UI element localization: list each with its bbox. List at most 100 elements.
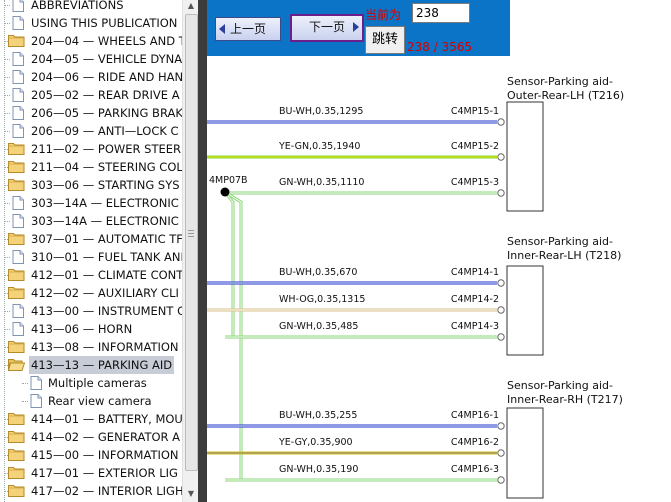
tree-item-label: 412—02 — AUXILIARY CLI [31, 286, 179, 300]
folder-icon [8, 430, 25, 443]
tree-connector [4, 257, 10, 258]
tree-item-label: 310—01 — FUEL TANK ANI [31, 250, 182, 264]
branch-wire-stripe [224, 191, 497, 338]
component-box [506, 407, 544, 499]
tree-item[interactable]: 204—05 — VEHICLE DYNA [0, 50, 182, 68]
tree-connector [4, 113, 10, 114]
folder-icon [8, 448, 25, 461]
diagram-panel: 上一页 下一页 当前为 跳转 238 / 3565 BU-WH,0.35,129… [207, 0, 671, 502]
tree-item[interactable]: 417—02 — INTERIOR LIGH [0, 482, 182, 500]
right-arrow-icon [353, 22, 359, 32]
tree-item[interactable]: 414—02 — GENERATOR A [0, 428, 182, 446]
tree-connector [4, 203, 10, 204]
tree-item[interactable]: 412—01 — CLIMATE CONT [0, 266, 182, 284]
scroll-down-arrow-icon[interactable]: ▼ [186, 489, 196, 499]
tree-item-label: 307—01 — AUTOMATIC TF [31, 232, 182, 246]
tree-item-label: 206—05 — PARKING BRAK [31, 106, 182, 120]
tree-item[interactable]: 307—01 — AUTOMATIC TF [0, 230, 182, 248]
tree-item-label: 204—05 — VEHICLE DYNA [31, 52, 182, 66]
tree-item-label: 204—04 — WHEELS AND T [31, 34, 182, 48]
tree-item[interactable]: 211—04 — STEERING COL [0, 158, 182, 176]
scroll-thumb[interactable] [185, 14, 198, 471]
tree-item[interactable]: 415—00 — INFORMATION [0, 446, 182, 464]
tree-item[interactable]: 417—01 — EXTERIOR LIG [0, 464, 182, 482]
component-name: Sensor-Parking aid- [507, 379, 613, 392]
tree-item[interactable]: 206—09 — ANTI—LOCK C [0, 122, 182, 140]
next-page-button[interactable]: 下一页 [290, 14, 364, 42]
tree-item[interactable]: 413—13 — PARKING AID [0, 356, 182, 374]
tree-scrollbar[interactable]: ▲ ▼ [182, 0, 199, 502]
tree-item-label: 415—00 — INFORMATION [31, 448, 179, 462]
tree-item-label: 303—14A — ELECTRONIC [31, 196, 179, 210]
folder-icon [8, 160, 25, 173]
page-number-input[interactable] [412, 3, 470, 23]
wire-label: BU-WH,0.35,670 [279, 267, 357, 278]
doc-icon [12, 322, 28, 336]
splice-label: 4MP07B [209, 175, 248, 186]
tree-child-item[interactable]: Multiple cameras [0, 374, 182, 392]
tree-item-label: 417—01 — EXTERIOR LIG [31, 466, 178, 480]
pin-terminal [497, 333, 505, 341]
doc-icon [12, 70, 28, 84]
pin-terminal [497, 189, 505, 197]
tree-item[interactable]: USING THIS PUBLICATION [0, 14, 182, 32]
wire-label: BU-WH,0.35,1295 [279, 106, 363, 117]
tree-item[interactable]: 204—04 — WHEELS AND T [0, 32, 182, 50]
wire-label: GN-WH,0.35,485 [279, 321, 358, 332]
tree-item[interactable]: 205—02 — REAR DRIVE A [0, 86, 182, 104]
doc-icon [12, 214, 28, 228]
pin-terminal [497, 422, 505, 430]
tree-item-label: 303—06 — STARTING SYS [31, 178, 180, 192]
tree-item[interactable]: ABBREVIATIONS [0, 0, 182, 14]
tree-item-label: 413—06 — HORN [31, 322, 133, 336]
pin-terminal [497, 153, 505, 161]
tree-connector [22, 383, 28, 384]
wire-label: YE-GY,0.35,900 [278, 437, 353, 448]
tree-item[interactable]: 413—00 — INSTRUMENT C [0, 302, 182, 320]
wire-label: WH-OG,0.35,1315 [279, 294, 365, 305]
tree-item[interactable]: 413—06 — HORN [0, 320, 182, 338]
component-box [506, 101, 544, 212]
tree-item[interactable]: 412—02 — AUXILIARY CLI [0, 284, 182, 302]
tree-connector [4, 329, 10, 330]
tree-item-label: 414—02 — GENERATOR A [31, 430, 181, 444]
prev-page-button[interactable]: 上一页 [215, 17, 281, 41]
left-arrow-icon [219, 24, 225, 34]
tree-item-label: 413—13 — PARKING AID [29, 356, 175, 374]
component-box [506, 265, 544, 356]
tree-item[interactable]: 303—14A — ELECTRONIC [0, 212, 182, 230]
jump-button[interactable]: 跳转 [365, 26, 405, 54]
doc-icon [12, 106, 28, 120]
pin-terminal [497, 306, 505, 314]
tree-connector [22, 401, 28, 402]
folder-icon [8, 484, 25, 497]
doc-icon [12, 304, 28, 318]
next-page-label: 下一页 [308, 20, 345, 34]
branch-wire [223, 191, 497, 339]
tree-item[interactable]: 414—01 — BATTERY, MOU [0, 410, 182, 428]
tree-item[interactable]: 310—01 — FUEL TANK ANI [0, 248, 182, 266]
tree-connector [4, 221, 10, 222]
doc-icon [12, 124, 28, 138]
tree-item[interactable]: 303—14A — ELECTRONIC [0, 194, 182, 212]
pin-terminal [497, 476, 505, 484]
tree-item[interactable]: 204—06 — RIDE AND HAN [0, 68, 182, 86]
component-name: Sensor-Parking aid- [507, 75, 613, 88]
panel-splitter[interactable] [198, 0, 207, 502]
component-name: Outer-Rear-LH (T216) [507, 89, 624, 102]
folder-icon [8, 142, 25, 155]
doc-icon [30, 376, 46, 390]
tree-item[interactable]: 206—05 — PARKING BRAK [0, 104, 182, 122]
component-name: Inner-Rear-LH (T218) [507, 249, 621, 262]
tree-item[interactable]: 211—02 — POWER STEER [0, 140, 182, 158]
tree-item-label: 211—04 — STEERING COL [31, 160, 182, 174]
tree-connector [4, 77, 10, 78]
doc-icon [12, 16, 28, 30]
tree-item-label: 204—06 — RIDE AND HAN [31, 70, 182, 84]
scroll-up-arrow-icon[interactable]: ▲ [186, 1, 196, 11]
tree-connector [4, 131, 10, 132]
pin-label: C4MP14-1 [451, 267, 499, 278]
tree-child-item[interactable]: Rear view camera [0, 392, 182, 410]
tree-item[interactable]: 413—08 — INFORMATION [0, 338, 182, 356]
tree-item[interactable]: 303—06 — STARTING SYS [0, 176, 182, 194]
